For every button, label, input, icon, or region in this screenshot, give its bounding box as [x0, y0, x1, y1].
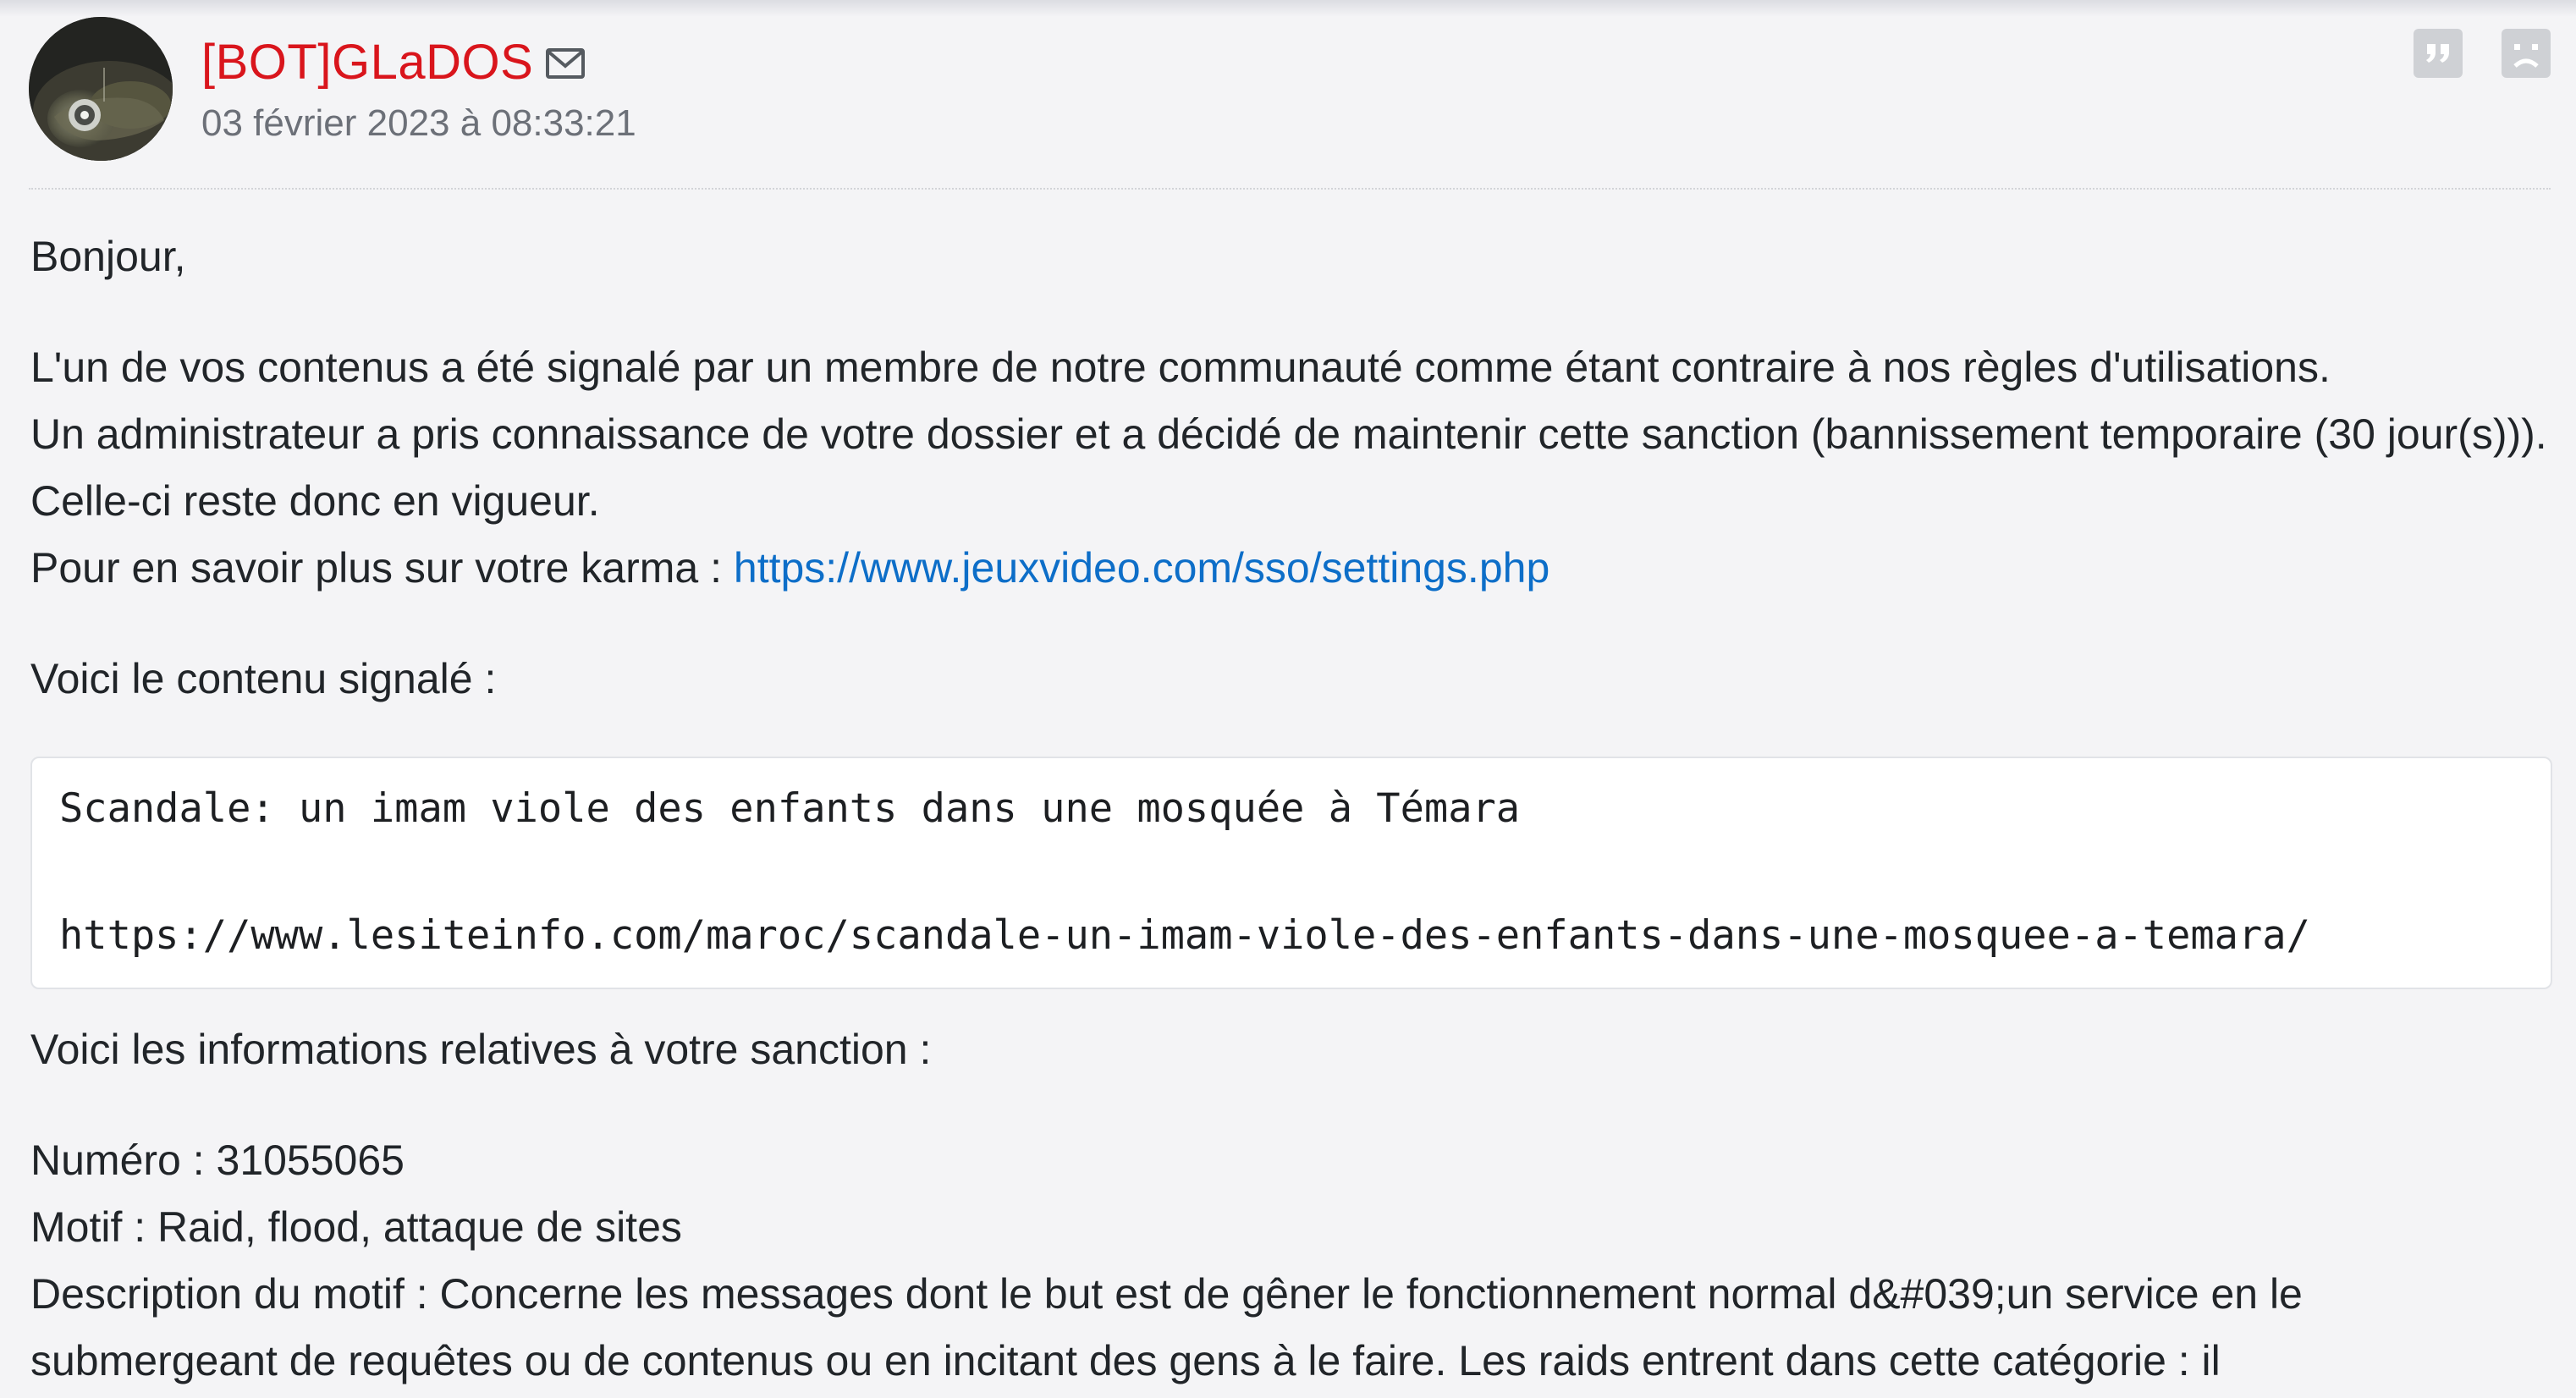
forum-post: [BOT]GLaDOS 03 février 2023 à 08:33:21 B… — [0, 0, 2576, 1398]
sanction-motif: Motif : Raid, flood, attaque de sites — [30, 1203, 682, 1251]
mail-icon[interactable] — [545, 47, 586, 80]
sanction-number: Numéro : 31055065 — [30, 1137, 405, 1184]
message-body: Bonjour, L'un de vos contenus a été sign… — [30, 223, 2552, 1395]
sanction-intro: Voici les informations relatives à votre… — [30, 1026, 932, 1073]
quote-icon[interactable] — [2414, 29, 2463, 78]
karma-line: Pour en savoir plus sur votre karma : ht… — [30, 535, 2552, 602]
avatar-image — [29, 17, 173, 161]
reported-url: https://www.lesiteinfo.com/maroc/scandal… — [59, 912, 2310, 959]
author-name[interactable]: [BOT]GLaDOS — [201, 32, 533, 93]
reported-title: Scandale: un imam viole des enfants dans… — [59, 785, 1521, 832]
sad-face-report-icon[interactable] — [2502, 29, 2551, 78]
avatar[interactable] — [29, 17, 173, 161]
reported-content-box: Scandale: un imam viole des enfants dans… — [30, 757, 2552, 989]
karma-link[interactable]: https://www.jeuxvideo.com/sso/settings.p… — [734, 544, 1549, 592]
reported-intro: Voici le contenu signalé : — [30, 655, 497, 702]
sanction-description: Description du motif : Concerne les mess… — [30, 1270, 2303, 1384]
sanction-notice: Un administrateur a pris connaissance de… — [30, 410, 2547, 525]
post-date[interactable]: 03 février 2023 à 08:33:21 — [201, 98, 636, 149]
top-shadow — [0, 0, 2576, 17]
karma-prefix: Pour en savoir plus sur votre karma : — [30, 544, 734, 592]
report-notice: L'un de vos contenus a été signalé par u… — [30, 344, 2331, 391]
greeting: Bonjour, — [30, 233, 186, 280]
header-divider — [29, 188, 2551, 190]
